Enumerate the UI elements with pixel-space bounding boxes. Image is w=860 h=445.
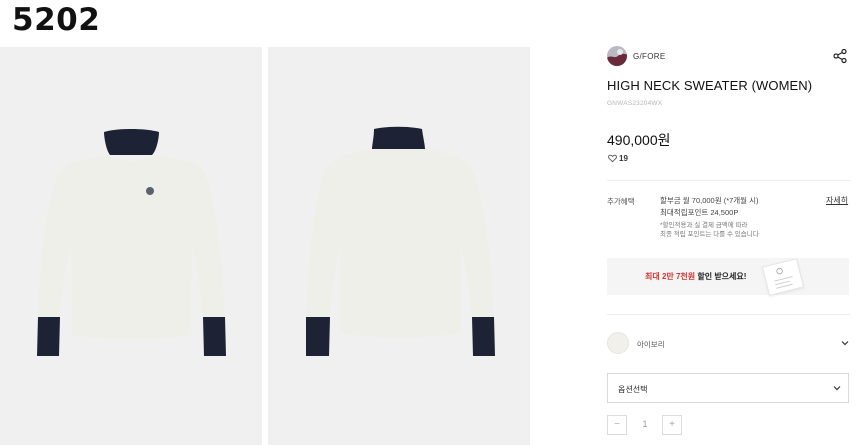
quantity-decrease-button[interactable]: − bbox=[607, 415, 627, 435]
option-select-label: 옵션선택 bbox=[618, 385, 648, 394]
color-selector[interactable]: 아이보리 bbox=[607, 330, 850, 356]
points-note-line-1: *할인적용과 실 결제 금액에 따라 bbox=[660, 222, 748, 229]
max-points-text: 최대적립포인트 24,500P bbox=[660, 208, 739, 217]
share-button[interactable] bbox=[832, 48, 848, 64]
brand-row[interactable]: G/FORE bbox=[607, 46, 665, 66]
installment-text: 할부금 월 70,000원 (*7개월 시) bbox=[660, 196, 759, 205]
option-select[interactable]: 옵션선택 bbox=[607, 373, 849, 403]
coupon-banner[interactable]: 최대 2만 7천원 할인 받으세요! bbox=[607, 258, 849, 296]
benefit-detail-link[interactable]: 자세히 bbox=[826, 195, 848, 206]
product-title: HIGH NECK SWEATER (WOMEN) bbox=[607, 78, 813, 93]
sweater-back-illustration bbox=[306, 126, 495, 356]
like-count: 19 bbox=[619, 154, 628, 163]
share-icon bbox=[833, 48, 847, 64]
brand-name[interactable]: G/FORE bbox=[633, 52, 665, 61]
chevron-down-icon bbox=[841, 341, 849, 346]
product-code: GNWAS23204WX bbox=[607, 100, 663, 107]
product-info-panel: G/FORE HIGH NECK SWEATER (WOMEN) GNWAS23… bbox=[607, 0, 850, 445]
coupon-text: 최대 2만 7천원 할인 받으세요! bbox=[645, 271, 746, 282]
coupon-message: 할인 받으세요! bbox=[695, 272, 747, 281]
color-name: 아이보리 bbox=[637, 340, 665, 349]
product-image-back[interactable] bbox=[268, 47, 530, 445]
benefit-info: 할부금 월 70,000원 (*7개월 시) 최대적립포인트 24,500P *… bbox=[660, 195, 759, 239]
coupon-highlight: 최대 2만 7천원 bbox=[645, 272, 696, 281]
divider bbox=[607, 314, 850, 315]
product-price: 490,000원 bbox=[607, 132, 671, 148]
benefit-label: 추가혜택 bbox=[607, 197, 635, 206]
coupon-card-icon bbox=[761, 258, 805, 296]
chevron-down-icon bbox=[833, 386, 841, 391]
points-note-line-2: 최종 적립 포인트는 다를 수 있습니다 bbox=[660, 231, 759, 238]
heart-icon bbox=[608, 154, 617, 163]
listing-number: 5202 bbox=[12, 2, 101, 38]
like-button[interactable]: 19 bbox=[608, 154, 628, 163]
quantity-value[interactable]: 1 bbox=[635, 419, 655, 429]
divider bbox=[607, 180, 850, 181]
product-image-front[interactable] bbox=[0, 47, 262, 445]
brand-logo-icon[interactable] bbox=[607, 46, 627, 66]
quantity-increase-button[interactable]: + bbox=[662, 415, 682, 435]
color-swatch bbox=[607, 332, 629, 354]
sweater-front-illustration bbox=[37, 129, 226, 356]
